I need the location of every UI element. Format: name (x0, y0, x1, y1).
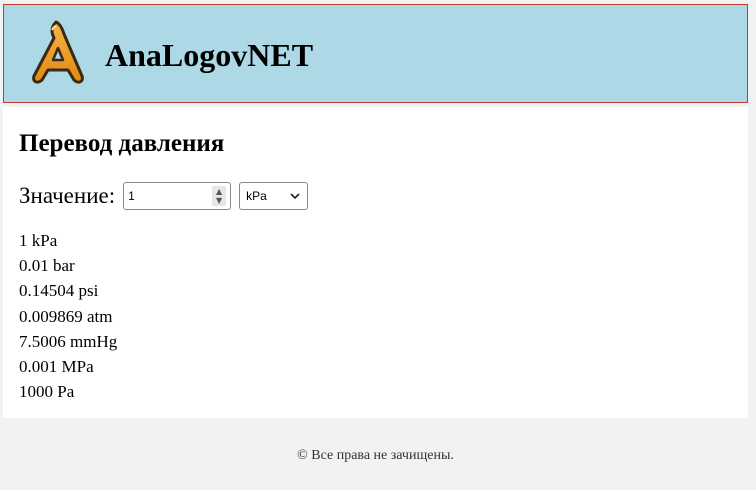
value-input-field[interactable] (124, 183, 213, 209)
value-number-input[interactable]: ▲ ▼ (123, 182, 232, 210)
main-content: Перевод давления Значение: ▲ ▼ kPa 1 kPa… (3, 107, 748, 418)
result-psi: 0.14504 psi (19, 281, 99, 301)
site-header: AnaLogovNET (3, 4, 748, 103)
result-mmhg: 7.5006 mmHg (19, 331, 118, 351)
page: AnaLogovNET Перевод давления Значение: ▲… (0, 0, 756, 490)
chevron-down-icon[interactable]: ▼ (216, 196, 222, 205)
letter-a-logo-icon[interactable] (26, 20, 90, 86)
unit-select[interactable]: kPa (239, 182, 309, 210)
conversion-results: 1 kPa 0.01 bar 0.14504 psi 0.009869 atm … (19, 228, 117, 404)
result-atm: 0.009869 atm (19, 306, 113, 326)
copyright-text: © Все права не зачищены. (297, 448, 454, 463)
result-bar: 0.01 bar (19, 256, 75, 276)
result-pa: 1000 Pa (19, 382, 75, 402)
chevron-up-icon[interactable]: ▲ (216, 187, 222, 196)
site-title[interactable]: AnaLogovNET (105, 35, 313, 75)
chevron-down-icon (290, 193, 300, 200)
site-footer: © Все права не зачищены. (3, 418, 748, 490)
unit-select-value: kPa (246, 189, 267, 203)
result-mpa: 0.001 MPa (19, 357, 94, 377)
value-label: Значение: (19, 183, 116, 208)
page-title: Перевод давления (19, 130, 225, 157)
value-row: Значение: ▲ ▼ kPa (19, 181, 309, 211)
number-spinner[interactable]: ▲ ▼ (212, 186, 227, 206)
result-kpa: 1 kPa (19, 231, 58, 250)
